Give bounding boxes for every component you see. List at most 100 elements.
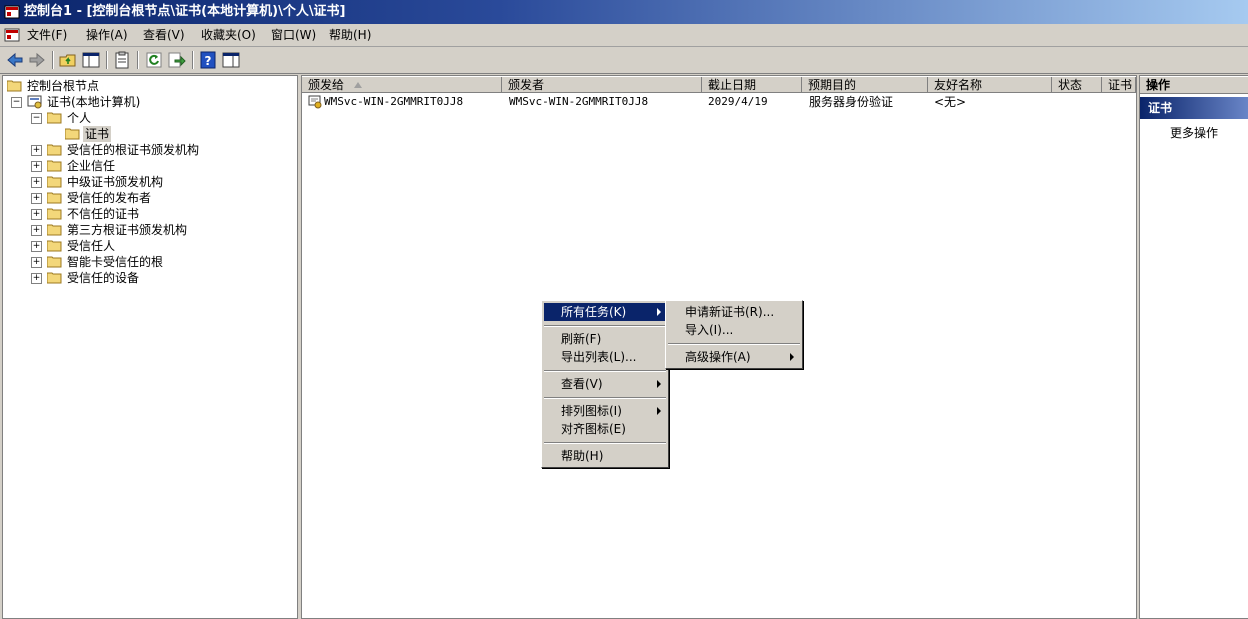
tree-label: 控制台根节点: [27, 79, 100, 93]
console-tree[interactable]: 控制台根节点 − 证书(本地计算机) − 个人 证书 + 受信任的根证书颁发机构…: [2, 75, 298, 619]
folder-icon: [47, 240, 62, 252]
submenu-arrow-icon: [657, 380, 661, 388]
menu-item-advanced-operations[interactable]: 高级操作(A): [668, 348, 800, 366]
toolbar: ?: [0, 47, 1248, 74]
expand-icon[interactable]: +: [31, 145, 42, 156]
folder-icon: [47, 112, 62, 124]
column-label: 颁发给: [308, 78, 345, 92]
folder-icon: [47, 160, 62, 172]
menu-item-import[interactable]: 导入(I)...: [668, 321, 800, 339]
expand-icon[interactable]: +: [31, 225, 42, 236]
column-header-issued-to[interactable]: 颁发给: [302, 77, 502, 93]
menu-item-arrange-icons[interactable]: 排列图标(I): [544, 402, 666, 420]
folder-icon: [7, 80, 22, 92]
column-label: 友好名称: [934, 78, 983, 92]
folder-icon: [47, 224, 62, 236]
cell-friendly-name: <无>: [934, 95, 967, 109]
menu-item-refresh[interactable]: 刷新(F): [544, 330, 666, 348]
menu-item-label: 高级操作(A): [685, 350, 751, 364]
folder-icon: [47, 272, 62, 284]
expand-icon[interactable]: +: [31, 257, 42, 268]
expand-icon[interactable]: +: [31, 161, 42, 172]
tree-label: 个人: [67, 111, 92, 125]
tree-label: 受信任的根证书颁发机构: [67, 143, 200, 157]
column-header-status[interactable]: 状态: [1052, 77, 1102, 93]
menu-action[interactable]: 操作(A): [86, 27, 128, 43]
expand-icon[interactable]: +: [31, 209, 42, 220]
cell-purposes: 服务器身份验证: [809, 95, 894, 109]
svg-text:?: ?: [205, 54, 212, 68]
column-header-purposes[interactable]: 预期目的: [802, 77, 928, 93]
table-row[interactable]: WMSvc-WIN-2GMMRIT0JJ8 WMSvc-WIN-2GMMRIT0…: [302, 94, 1136, 110]
help-icon[interactable]: ?: [198, 50, 218, 70]
folder-icon: [47, 256, 62, 268]
menu-item-align-icons[interactable]: 对齐图标(E): [544, 420, 666, 438]
tree-label: 企业信任: [67, 159, 116, 173]
menu-item-view[interactable]: 查看(V): [544, 375, 666, 393]
tree-label: 智能卡受信任的根: [67, 255, 164, 269]
forward-arrow-icon[interactable]: [27, 50, 47, 70]
export-list-icon[interactable]: [167, 50, 187, 70]
console-icon[interactable]: [4, 27, 20, 43]
column-header-issued-by[interactable]: 颁发者: [502, 77, 702, 93]
tree-label: 不信任的证书: [67, 207, 140, 221]
column-header-cert[interactable]: 证书: [1102, 77, 1136, 93]
tree-label: 受信任的设备: [67, 271, 140, 285]
tree-label: 中级证书颁发机构: [67, 175, 164, 189]
cell-issued-by: WMSvc-WIN-2GMMRIT0JJ8: [509, 95, 649, 108]
refresh-icon[interactable]: [144, 50, 164, 70]
menu-item-label: 查看(V): [561, 377, 603, 391]
sort-ascending-icon: [354, 82, 362, 88]
actions-section-certificates[interactable]: 证书: [1140, 97, 1248, 119]
show-hide-action-pane-icon[interactable]: [221, 50, 241, 70]
tree-label: 受信任的发布者: [67, 191, 152, 205]
menu-help[interactable]: 帮助(H): [329, 27, 371, 43]
tree-label: 证书(本地计算机): [47, 95, 141, 109]
show-hide-tree-icon[interactable]: [81, 50, 101, 70]
menu-item-export-list[interactable]: 导出列表(L)...: [544, 348, 666, 366]
menu-view[interactable]: 查看(V): [143, 27, 185, 43]
cell-expiration: 2029/4/19: [708, 95, 768, 108]
column-header-expiration[interactable]: 截止日期: [702, 77, 802, 93]
submenu-arrow-icon: [657, 407, 661, 415]
column-label: 颁发者: [508, 78, 545, 92]
up-folder-icon[interactable]: [58, 50, 78, 70]
open-folder-icon: [65, 128, 80, 140]
folder-icon: [47, 192, 62, 204]
menu-window[interactable]: 窗口(W): [271, 27, 316, 43]
more-actions-link[interactable]: 更多操作: [1170, 124, 1218, 141]
tree-label: 第三方根证书颁发机构: [67, 223, 188, 237]
back-arrow-icon[interactable]: [5, 50, 25, 70]
actions-header: 操作: [1140, 77, 1248, 94]
column-label: 预期目的: [808, 78, 857, 92]
submenu-arrow-icon: [657, 308, 661, 316]
properties-icon[interactable]: [112, 50, 132, 70]
certificate-icon: [308, 95, 322, 109]
menu-favorites[interactable]: 收藏夹(O): [201, 27, 256, 43]
collapse-icon[interactable]: −: [11, 97, 22, 108]
column-header-friendly-name[interactable]: 友好名称: [928, 77, 1052, 93]
column-label: 状态: [1058, 78, 1083, 92]
tree-label: 受信任人: [67, 239, 116, 253]
collapse-icon[interactable]: −: [31, 113, 42, 124]
menu-item-request-new-certificate[interactable]: 申请新证书(R)...: [668, 303, 800, 321]
expand-icon[interactable]: +: [31, 273, 42, 284]
submenu-arrow-icon: [790, 353, 794, 361]
certificate-store-icon: [27, 95, 42, 109]
expand-icon[interactable]: +: [31, 193, 42, 204]
actions-pane: 操作 证书 更多操作: [1139, 75, 1248, 619]
window-title: 控制台1 - [控制台根节点\证书(本地计算机)\个人\证书]: [24, 4, 346, 19]
menu-file[interactable]: 文件(F): [27, 27, 67, 43]
cell-issued-to: WMSvc-WIN-2GMMRIT0JJ8: [324, 95, 464, 108]
column-label: 证书: [1108, 78, 1133, 92]
title-bar[interactable]: 控制台1 - [控制台根节点\证书(本地计算机)\个人\证书]: [0, 0, 1248, 24]
folder-icon: [47, 176, 62, 188]
menu-item-help[interactable]: 帮助(H): [544, 447, 666, 465]
expand-icon[interactable]: +: [31, 177, 42, 188]
context-menu: 所有任务(K) 刷新(F) 导出列表(L)... 查看(V) 排列图标(I) 对…: [541, 300, 669, 468]
menu-item-label: 排列图标(I): [561, 404, 622, 418]
menu-bar: 文件(F) 操作(A) 查看(V) 收藏夹(O) 窗口(W) 帮助(H): [0, 24, 1248, 47]
menu-item-label: 所有任务(K): [561, 305, 627, 319]
menu-item-all-tasks[interactable]: 所有任务(K): [544, 303, 666, 321]
expand-icon[interactable]: +: [31, 241, 42, 252]
